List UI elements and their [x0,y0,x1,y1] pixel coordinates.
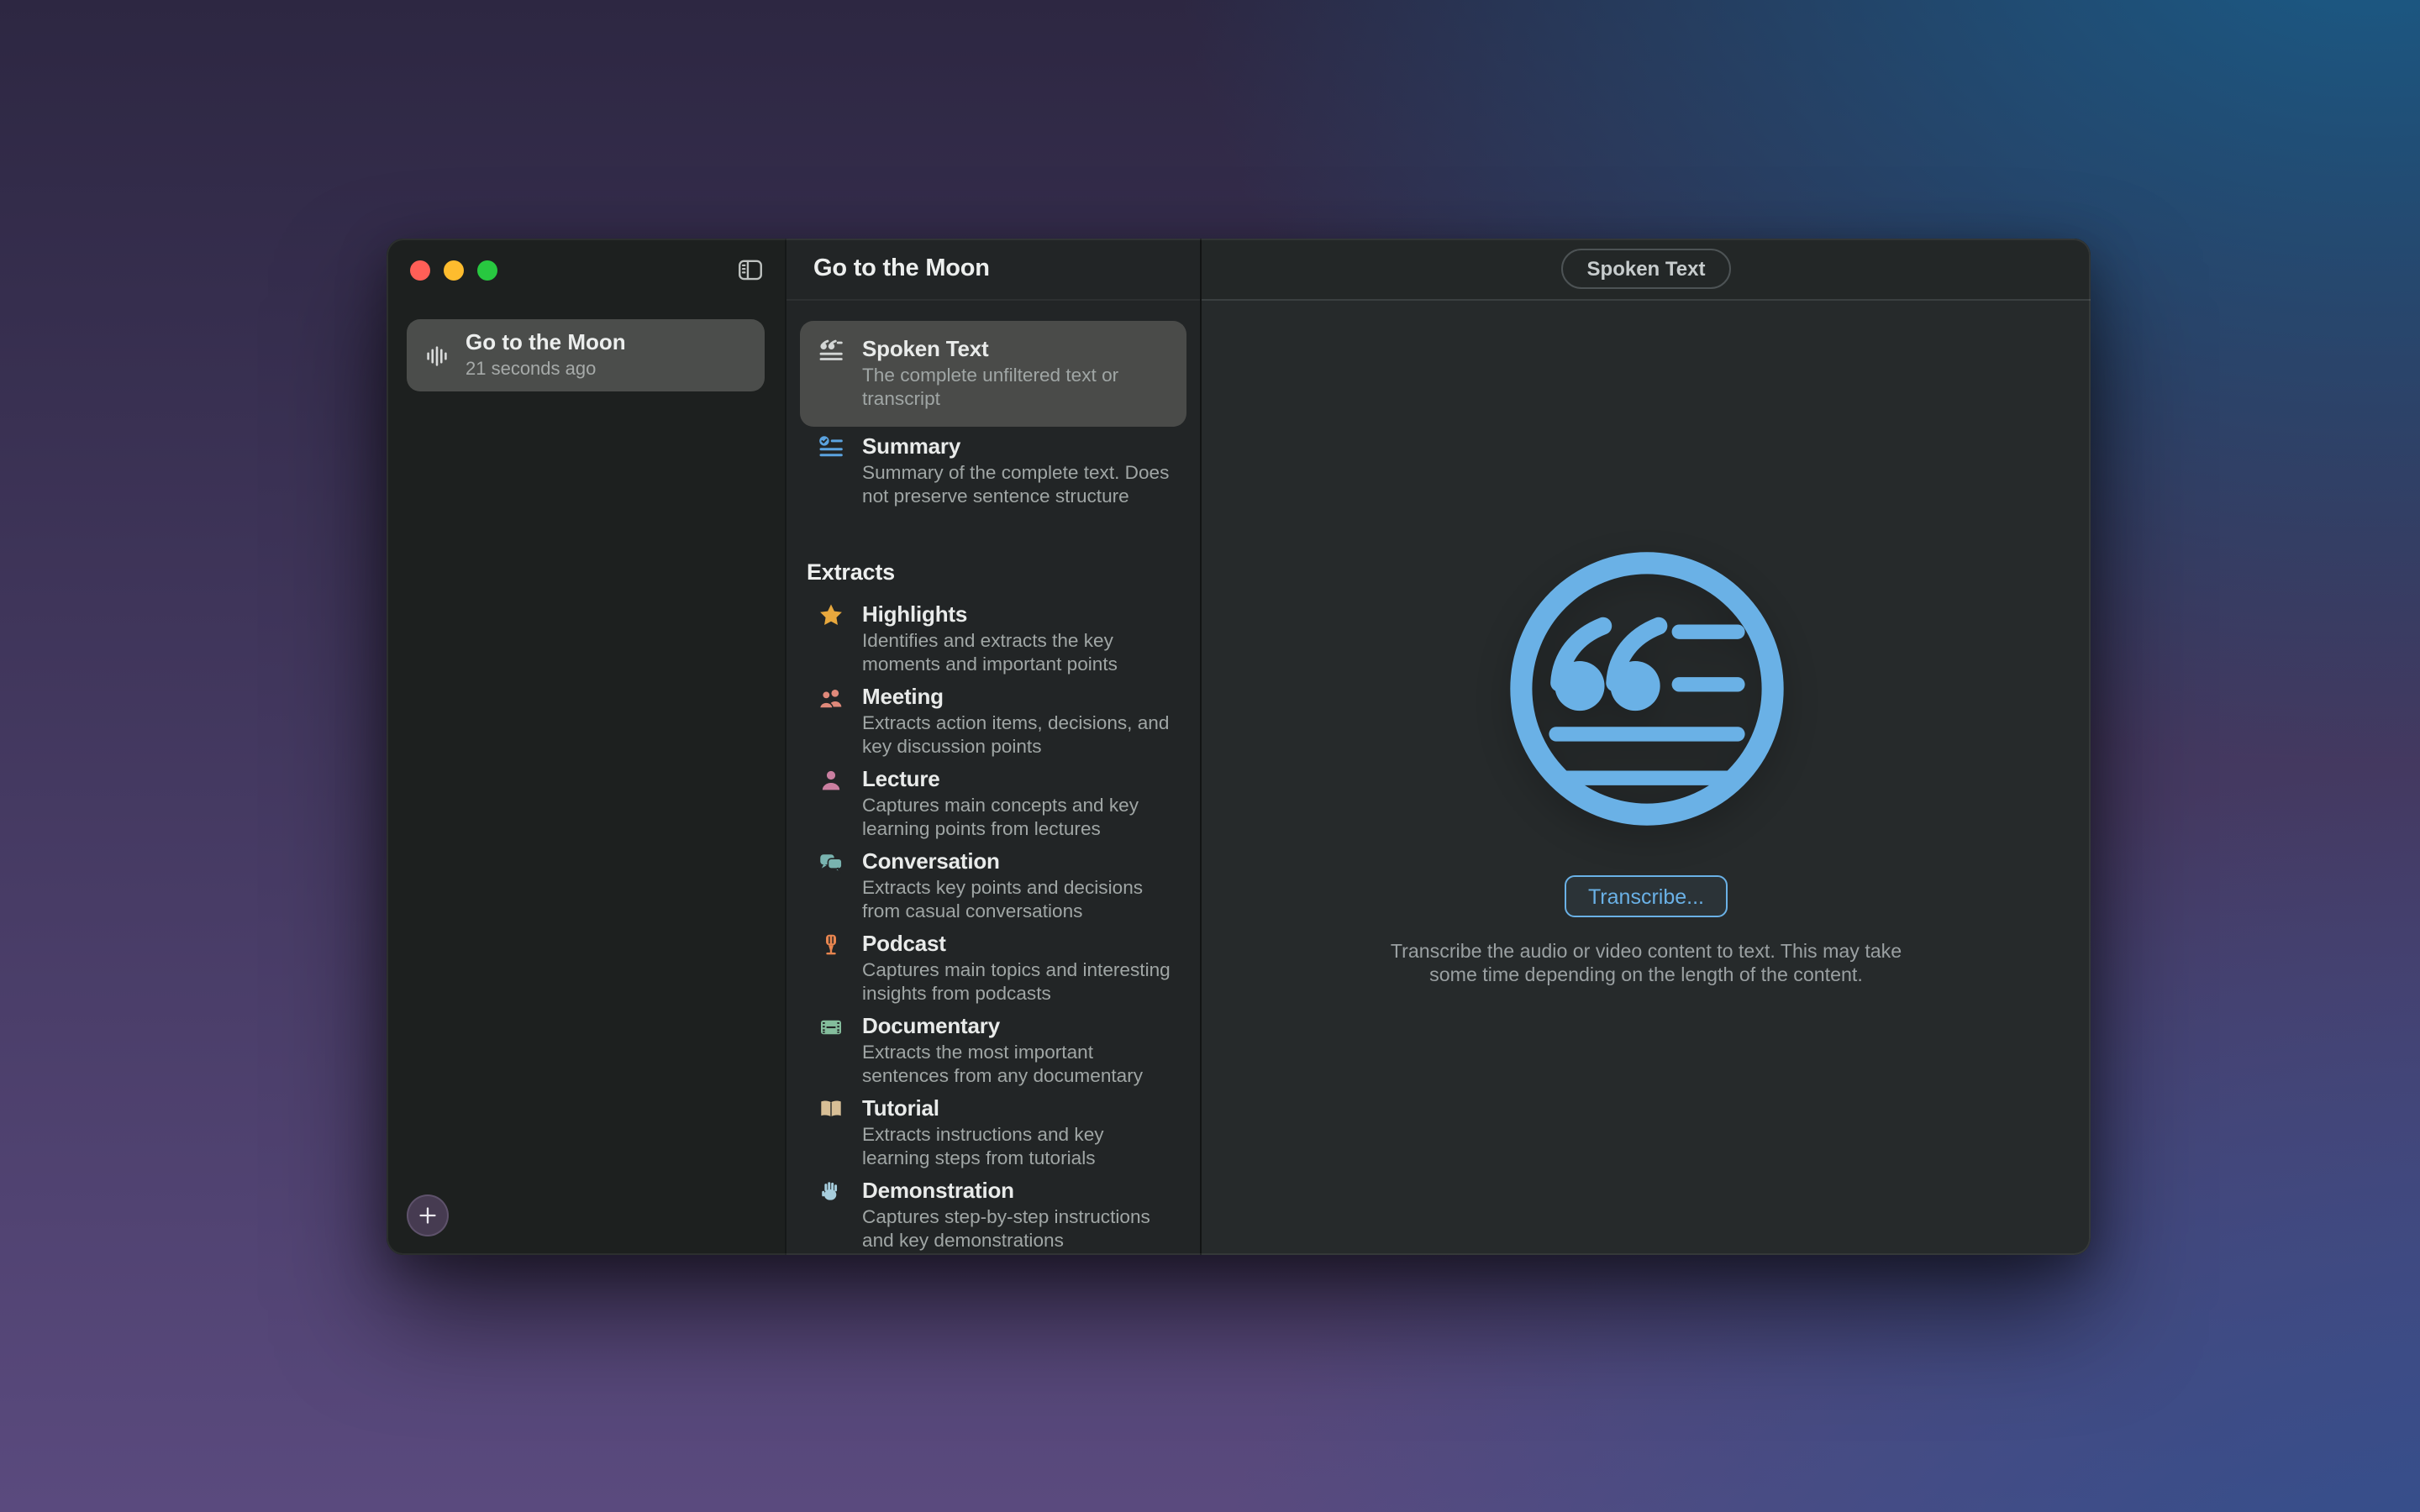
add-recording-button[interactable] [407,1194,449,1236]
format-title: Summary [862,433,1173,460]
desktop-wallpaper: Go to the Moon 21 seconds ago Go to the … [0,0,2420,1512]
open-book-icon [813,1097,847,1122]
format-subtitle: Summary of the complete text. Does not p… [862,464,1173,509]
extract-subtitle: Captures step-by-step instructions and k… [862,1208,1173,1253]
extract-item-conversation[interactable]: Conversation Extracts key points and dec… [800,845,1186,927]
person-icon [813,768,847,793]
detail-content: Transcribe... Transcribe the audio or vi… [1202,301,2091,1255]
extract-item-podcast[interactable]: Podcast Captures main topics and interes… [800,927,1186,1010]
extract-item-tutorial[interactable]: Tutorial Extracts instructions and key l… [800,1092,1186,1174]
microphone-icon [813,932,847,958]
toggle-sidebar-icon[interactable] [736,255,765,284]
format-title: Spoken Text [862,336,1173,363]
extract-title: Documentary [862,1013,1173,1040]
extract-title: Highlights [862,601,1173,628]
format-subtitle: The complete unfiltered text or transcri… [862,366,1173,412]
format-item-summary[interactable]: Summary Summary of the complete text. Do… [800,430,1186,512]
quote-text-icon [813,338,847,363]
recording-text: Go to the Moon 21 seconds ago [466,329,626,381]
two-people-icon [813,685,847,711]
transcribe-caption: Transcribe the audio or video content to… [1387,941,1905,986]
extract-item-meeting[interactable]: Meeting Extracts action items, decisions… [800,680,1186,763]
extract-subtitle: Extracts instructions and key learning s… [862,1126,1173,1171]
sidebar-titlebar [387,239,785,301]
panel-header-title: Go to the Moon [786,239,1200,301]
extract-subtitle: Extracts action items, decisions, and ke… [862,714,1173,759]
quote-circle-icon [1500,543,1792,835]
minimize-window-button[interactable] [444,260,464,280]
extract-subtitle: Extracts the most important sentences fr… [862,1043,1173,1089]
extract-item-highlights[interactable]: Highlights Identifies and extracts the k… [800,598,1186,680]
extract-title: Podcast [862,931,1173,958]
recording-timestamp: 21 seconds ago [466,360,626,381]
waveform-icon [424,342,450,369]
checklist-icon [813,435,847,460]
recording-title: Go to the Moon [466,329,626,356]
transcribe-button[interactable]: Transcribe... [1565,875,1728,917]
extract-subtitle: Extracts key points and decisions from c… [862,879,1173,924]
film-frame-icon [813,1015,847,1040]
close-window-button[interactable] [410,260,430,280]
sidebar: Go to the Moon 21 seconds ago [387,239,786,1255]
detail-pane: Spoken Text [1202,239,2091,1255]
extract-title: Conversation [862,848,1173,875]
spoken-text-pill[interactable]: Spoken Text [1562,249,1731,289]
extract-title: Lecture [862,766,1173,793]
hand-icon [813,1179,847,1205]
star-icon [813,603,847,628]
formats-list: Spoken Text The complete unfiltered text… [786,301,1200,1255]
extract-subtitle: Captures main concepts and key learning … [862,796,1173,842]
format-item-spoken-text[interactable]: Spoken Text The complete unfiltered text… [800,321,1186,427]
extract-title: Tutorial [862,1095,1173,1122]
extracts-section-header: Extracts [807,559,1180,585]
recording-list-item[interactable]: Go to the Moon 21 seconds ago [407,319,765,391]
extract-title: Demonstration [862,1178,1173,1205]
chat-bubbles-icon [813,850,847,875]
extract-subtitle: Identifies and extracts the key moments … [862,632,1173,677]
extract-item-lecture[interactable]: Lecture Captures main concepts and key l… [800,763,1186,845]
extract-subtitle: Captures main topics and interesting ins… [862,961,1173,1006]
extract-title: Meeting [862,684,1173,711]
detail-toolbar: Spoken Text [1202,239,2091,301]
extract-item-documentary[interactable]: Documentary Extracts the most important … [800,1010,1186,1092]
zoom-window-button[interactable] [477,260,497,280]
app-window: Go to the Moon 21 seconds ago Go to the … [387,239,2091,1255]
extract-item-demonstration[interactable]: Demonstration Captures step-by-step inst… [800,1174,1186,1255]
traffic-lights [410,260,497,280]
formats-panel: Go to the Moon [786,239,1200,1255]
